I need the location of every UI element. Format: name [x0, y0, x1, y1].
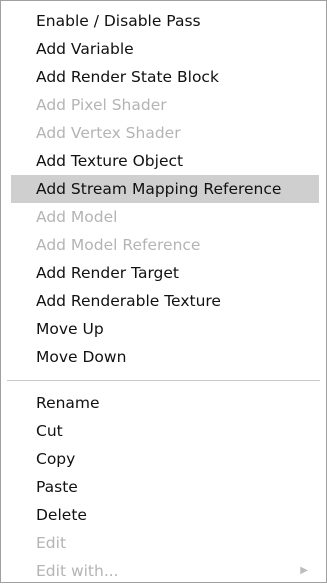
menu-item-cut[interactable]: Cut	[1, 417, 326, 445]
context-menu: Enable / Disable Pass Add Variable Add R…	[0, 0, 327, 583]
context-menu-items: Enable / Disable Pass Add Variable Add R…	[1, 7, 326, 585]
menu-item-paste[interactable]: Paste	[1, 473, 326, 501]
menu-item-move-up[interactable]: Move Up	[1, 315, 326, 343]
triangle-right-icon: ▶	[300, 565, 308, 576]
menu-item-add-stream-mapping-reference[interactable]: Add Stream Mapping Reference	[11, 175, 319, 203]
menu-item-enable-disable-pass[interactable]: Enable / Disable Pass	[1, 7, 326, 35]
menu-item-edit-with-label: Edit with...	[36, 562, 119, 580]
menu-item-add-pixel-shader: Add Pixel Shader	[36, 96, 167, 114]
menu-item-add-texture-object[interactable]: Add Texture Object	[1, 147, 326, 175]
menu-item-add-render-target[interactable]: Add Render Target	[1, 259, 326, 287]
menu-item-add-model-reference: Add Model Reference	[36, 236, 201, 254]
menu-item-rename[interactable]: Rename	[1, 389, 326, 417]
menu-item-add-render-state-block[interactable]: Add Render State Block	[1, 63, 326, 91]
menu-item-edit-with: Edit with... ▶	[1, 557, 326, 585]
menu-item-move-down[interactable]: Move Down	[1, 343, 326, 371]
menu-item-add-model: Add Model	[36, 208, 118, 226]
menu-item-add-renderable-texture[interactable]: Add Renderable Texture	[1, 287, 326, 315]
menu-separator	[7, 380, 320, 381]
menu-item-copy[interactable]: Copy	[1, 445, 326, 473]
menu-item-edit: Edit	[36, 534, 67, 552]
menu-item-add-vertex-shader: Add Vertex Shader	[36, 124, 181, 142]
menu-item-delete[interactable]: Delete	[1, 501, 326, 529]
menu-item-add-variable[interactable]: Add Variable	[1, 35, 326, 63]
